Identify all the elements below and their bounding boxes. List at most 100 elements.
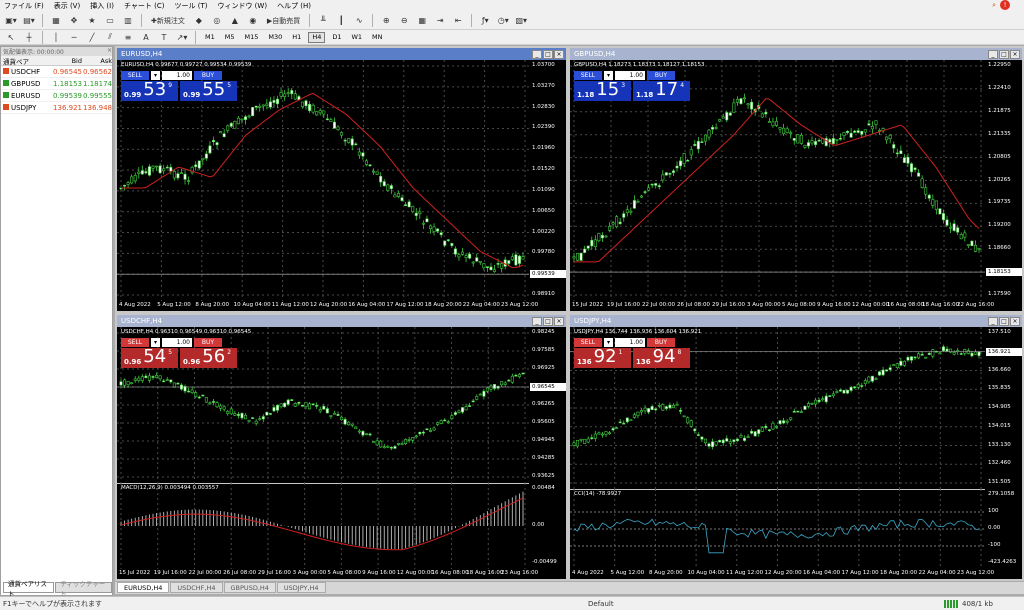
data-window-icon[interactable]: ✥ <box>67 14 81 28</box>
navigator-icon[interactable]: ★ <box>85 14 99 28</box>
maximize-icon[interactable]: □ <box>543 316 553 326</box>
profiles-icon[interactable]: ▤▾ <box>22 14 36 28</box>
menu-chart[interactable]: チャート (C) <box>124 1 165 11</box>
buy-price-button[interactable]: 0.99 55 5 <box>180 81 237 101</box>
menu-view[interactable]: 表示 (V) <box>54 1 80 11</box>
timeframe-m15[interactable]: M15 <box>242 32 262 43</box>
trendline-icon[interactable]: ╱ <box>85 30 99 44</box>
templates-icon[interactable]: ▧▾ <box>514 14 528 28</box>
signals-icon[interactable]: ◎ <box>210 14 224 28</box>
menu-window[interactable]: ウィンドウ (W) <box>217 1 267 11</box>
chart-window-title-bar[interactable]: EURUSD,H4 _ □ × <box>117 48 566 60</box>
chart-window-title-bar[interactable]: USDCHF,H4 _ □ × <box>117 315 566 327</box>
market-watch-row[interactable]: EURUSD 0.99539 0.99555 <box>1 90 112 102</box>
minimize-icon[interactable]: _ <box>988 49 998 59</box>
timeframe-mn[interactable]: MN <box>369 32 385 43</box>
timeframe-d1[interactable]: D1 <box>329 32 344 43</box>
price-scale[interactable]: 0.98245 0.97585 0.96925 0.96545 0.96265 0.956… <box>529 327 566 483</box>
lot-size-input[interactable]: 1.00 <box>162 71 192 80</box>
timeframe-w1[interactable]: W1 <box>348 32 365 43</box>
terminal-icon[interactable]: ▭ <box>103 14 117 28</box>
timeframe-h1[interactable]: H1 <box>289 32 304 43</box>
timeframe-m1[interactable]: M1 <box>202 32 218 43</box>
alert-icon[interactable]: ! <box>1000 0 1010 10</box>
tab-symbols[interactable]: 通貨ペアリスト <box>3 580 55 598</box>
tab-tick-chart[interactable]: ティックチャート <box>55 580 112 598</box>
chart-window-title-bar[interactable]: USDJPY,H4 _ □ × <box>570 315 1022 327</box>
menu-help[interactable]: ヘルプ (H) <box>277 1 311 11</box>
menu-file[interactable]: ファイル (F) <box>4 1 44 11</box>
sell-price-button[interactable]: 0.96 54 5 <box>121 348 178 368</box>
market-watch-row[interactable]: USDJPY 136.921 136.948 <box>1 102 112 114</box>
text-icon[interactable]: A <box>139 30 153 44</box>
indicator-chart[interactable] <box>570 489 985 569</box>
lot-size-input[interactable]: 1.00 <box>615 338 645 347</box>
chart-tab-usdjpy[interactable]: USDJPY,H4 <box>276 582 326 593</box>
scroll-chart-icon[interactable]: ⇥ <box>433 14 447 28</box>
zoom-in-icon[interactable]: ⊕ <box>379 14 393 28</box>
price-scale[interactable]: 1.22950 1.22410 1.21875 1.21335 1.20805 1.202… <box>985 60 1022 301</box>
chart-window-gbpusd[interactable]: GBPUSD,H4 _ □ × GBPUSD,H4 1.18273 1.18373 1.… <box>568 46 1024 313</box>
horizontal-line-icon[interactable]: ─ <box>67 30 81 44</box>
channel-icon[interactable]: ⫽ <box>103 30 117 44</box>
lot-size-input[interactable]: 1.00 <box>162 338 192 347</box>
close-icon[interactable]: × <box>1010 49 1020 59</box>
time-scale[interactable]: 15 Jul 2022 19 Jul 16:00 22 Jul 00:00 26 Ju… <box>117 569 538 579</box>
column-ask[interactable]: Ask <box>82 57 112 65</box>
tester-icon[interactable]: ▥ <box>121 14 135 28</box>
new-order-button[interactable]: ✚ 新規注文 <box>148 14 188 28</box>
market-watch-row[interactable]: GBPUSD 1.18153 1.18174 <box>1 78 112 90</box>
maximize-icon[interactable]: □ <box>543 49 553 59</box>
close-icon[interactable]: × <box>554 49 564 59</box>
chart-tab-eurusd[interactable]: EURUSD,H4 <box>117 582 170 593</box>
chart-window-title-bar[interactable]: GBPUSD,H4 _ □ × <box>570 48 1022 60</box>
crosshair-icon[interactable]: ┼ <box>22 30 36 44</box>
minimize-icon[interactable]: _ <box>532 316 542 326</box>
chart-window-eurusd[interactable]: EURUSD,H4 _ □ × EURUSD,H4 0.99677 0.99727 0.… <box>115 46 568 313</box>
auto-trading-button[interactable]: ▶ 自動売買 <box>264 14 303 28</box>
chart-window-usdjpy[interactable]: USDJPY,H4 _ □ × USDJPY,H4 136.744 136.936 13… <box>568 313 1024 581</box>
indicator-chart[interactable] <box>117 483 529 569</box>
buy-price-button[interactable]: 1.18 17 4 <box>633 81 690 101</box>
menu-tools[interactable]: ツール (T) <box>174 1 207 11</box>
market-watch-icon[interactable]: ▦ <box>49 14 63 28</box>
column-bid[interactable]: Bid <box>50 57 82 65</box>
close-icon[interactable]: × <box>554 316 564 326</box>
sell-price-button[interactable]: 0.99 53 9 <box>121 81 178 101</box>
close-icon[interactable]: × <box>107 47 112 56</box>
chart-shift-icon[interactable]: ⇤ <box>451 14 465 28</box>
maximize-icon[interactable]: □ <box>999 316 1009 326</box>
buy-price-button[interactable]: 136 94 8 <box>633 348 690 368</box>
arrows-icon[interactable]: ↗▾ <box>175 30 189 44</box>
time-scale[interactable]: 4 Aug 2022 5 Aug 12:00 8 Aug 20:00 10 Aug 0… <box>570 569 994 579</box>
time-scale[interactable]: 15 Jul 2022 19 Jul 16:00 22 Jul 00:00 26 Ju… <box>570 301 994 311</box>
close-icon[interactable]: × <box>1010 316 1020 326</box>
indicators-icon[interactable]: ƒ▾ <box>478 14 492 28</box>
chart-tab-usdchf[interactable]: USDCHF,H4 <box>170 582 223 593</box>
sell-price-button[interactable]: 136 92 1 <box>574 348 631 368</box>
column-symbol[interactable]: 通貨ペア <box>1 56 50 66</box>
timeframe-h4[interactable]: H4 <box>308 31 326 43</box>
timeframe-m5[interactable]: M5 <box>222 32 238 43</box>
vertical-line-icon[interactable]: │ <box>49 30 63 44</box>
chart-window-usdchf[interactable]: USDCHF,H4 _ □ × USDCHF,H4 0.96310 0.96549 0.… <box>115 313 568 581</box>
market-icon[interactable]: ▲ <box>228 14 242 28</box>
new-chart-icon[interactable]: ▣▾ <box>4 14 18 28</box>
cursor-icon[interactable]: ↖ <box>4 30 18 44</box>
timeframe-m30[interactable]: M30 <box>265 32 285 43</box>
bar-chart-icon[interactable]: ╨ <box>316 14 330 28</box>
maximize-icon[interactable]: □ <box>999 49 1009 59</box>
vps-icon[interactable]: ◉ <box>246 14 260 28</box>
tile-windows-icon[interactable]: ▦ <box>415 14 429 28</box>
menu-insert[interactable]: 挿入 (I) <box>90 1 114 11</box>
periods-icon[interactable]: ◷▾ <box>496 14 510 28</box>
label-icon[interactable]: T <box>157 30 171 44</box>
search-icon[interactable]: ⌕ <box>992 1 996 10</box>
minimize-icon[interactable]: _ <box>988 316 998 326</box>
market-watch-row[interactable]: USDCHF 0.96545 0.96562 <box>1 66 112 78</box>
lot-size-input[interactable]: 1.00 <box>615 71 645 80</box>
minimize-icon[interactable]: _ <box>532 49 542 59</box>
sell-price-button[interactable]: 1.18 15 3 <box>574 81 631 101</box>
metaeditor-icon[interactable]: ◆ <box>192 14 206 28</box>
zoom-out-icon[interactable]: ⊖ <box>397 14 411 28</box>
